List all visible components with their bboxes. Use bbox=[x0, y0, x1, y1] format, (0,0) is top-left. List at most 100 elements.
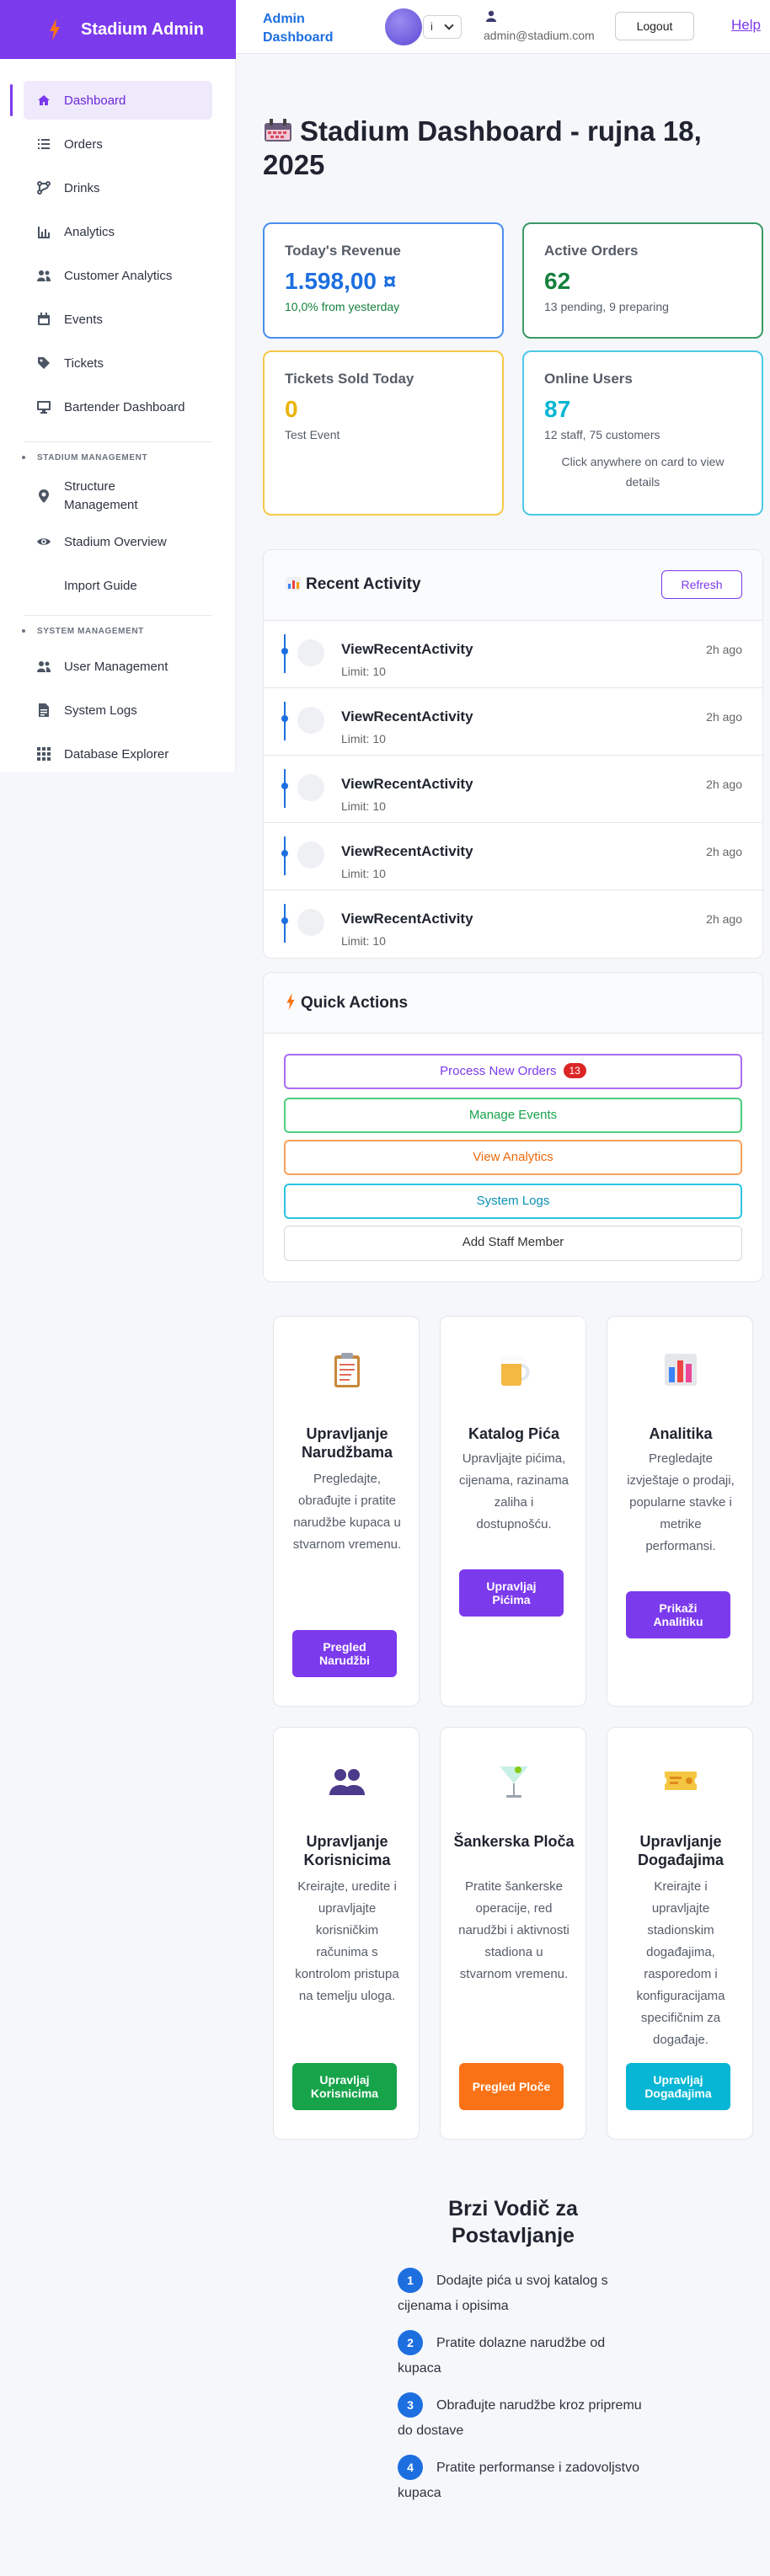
timeline-dot bbox=[281, 783, 288, 789]
revenue-card[interactable]: Today's Revenue 1.598,00 ¤ 10,0% from ye… bbox=[263, 222, 504, 339]
process-orders-button[interactable]: Process New Orders 13 bbox=[284, 1054, 742, 1089]
sidebar-item-events[interactable]: Events bbox=[24, 300, 212, 339]
manage-events-button[interactable]: Upravljaj Događajima bbox=[626, 2063, 730, 2110]
flow-icon bbox=[37, 181, 51, 195]
logout-button[interactable]: Logout bbox=[615, 12, 694, 40]
panel-title-text: Recent Activity bbox=[306, 575, 421, 593]
sidebar-item-drinks[interactable]: Drinks bbox=[24, 168, 212, 207]
sidebar-item-tickets[interactable]: Tickets bbox=[24, 344, 212, 382]
sidebar-item-analytics[interactable]: Analytics bbox=[24, 212, 212, 251]
sidebar-item-bartender-dashboard[interactable]: Bartender Dashboard bbox=[24, 387, 212, 426]
timeline-dot bbox=[281, 917, 288, 924]
feature-card-drinks: Katalog Pića Upravljajte pićima, cijenam… bbox=[440, 1316, 586, 1707]
sidebar-item-user-management[interactable]: User Management bbox=[24, 647, 212, 686]
users-icon bbox=[37, 661, 51, 672]
activity-meta: Limit: 10 bbox=[341, 665, 386, 678]
sidebar-item-import-guide[interactable]: Import Guide bbox=[24, 566, 212, 605]
sidebar-item-system-logs[interactable]: System Logs bbox=[24, 691, 212, 730]
feature-title: Upravljanje Narudžbama bbox=[301, 1425, 393, 1461]
view-analytics-button[interactable]: View Analytics bbox=[284, 1140, 742, 1175]
online-users-card[interactable]: Online Users 87 12 staff, 75 customers C… bbox=[522, 350, 763, 516]
manage-drinks-button[interactable]: Upravljaj Pićima bbox=[459, 1569, 564, 1617]
tickets-sold-card[interactable]: Tickets Sold Today 0 Test Event bbox=[263, 350, 504, 516]
manage-events-button[interactable]: Manage Events bbox=[284, 1098, 742, 1133]
activity-name: ViewRecentActivity bbox=[341, 911, 473, 927]
chart-icon bbox=[665, 1354, 697, 1386]
people-icon bbox=[329, 1769, 365, 1795]
sidebar-item-label: Import Guide bbox=[64, 578, 137, 593]
activity-name: ViewRecentActivity bbox=[341, 776, 473, 792]
brand-header[interactable]: Stadium Admin bbox=[0, 0, 236, 59]
sidebar-divider bbox=[24, 615, 212, 616]
sidebar-item-label: Database Explorer bbox=[64, 746, 169, 762]
pending-count-badge: 13 bbox=[563, 1063, 586, 1078]
system-logs-button[interactable]: System Logs bbox=[284, 1184, 742, 1219]
help-link[interactable]: Help bbox=[731, 17, 761, 34]
sidebar-item-stadium-overview[interactable]: Stadium Overview bbox=[24, 522, 212, 561]
step-number: 2 bbox=[398, 2330, 423, 2355]
add-staff-button[interactable]: Add Staff Member bbox=[284, 1226, 742, 1261]
sidebar-item-label: Analytics bbox=[64, 224, 115, 239]
bar-chart-icon bbox=[38, 227, 50, 238]
timeline-dot bbox=[281, 850, 288, 857]
activity-time: 2h ago bbox=[706, 912, 742, 926]
stat-label: Today's Revenue bbox=[285, 243, 401, 259]
manage-users-button[interactable]: Upravljaj Korisnicima bbox=[292, 2063, 397, 2110]
feature-card-events: Upravljanje Događajima Kreirajte i uprav… bbox=[607, 1727, 753, 2140]
guide-title: Brzi Vodič za Postavljanje bbox=[448, 2197, 578, 2247]
sidebar-item-label: Drinks bbox=[64, 180, 100, 195]
activity-name: ViewRecentActivity bbox=[341, 708, 473, 724]
sidebar-item-orders[interactable]: Orders bbox=[24, 125, 212, 163]
activity-time: 2h ago bbox=[706, 643, 742, 656]
stat-value: 62 bbox=[544, 268, 571, 294]
activity-avatar bbox=[297, 842, 324, 868]
stat-label: Tickets Sold Today bbox=[285, 371, 414, 387]
stadium-icon bbox=[265, 119, 291, 142]
sidebar-item-label: User Management bbox=[64, 659, 168, 674]
language-select[interactable]: i bbox=[423, 15, 462, 39]
activity-avatar bbox=[297, 909, 324, 936]
sidebar-item-label: Events bbox=[64, 312, 103, 327]
timeline-dot bbox=[281, 715, 288, 722]
recent-activity-panel: Recent Activity Refresh ViewRecentActivi… bbox=[263, 549, 763, 959]
activity-row: ViewRecentActivity Limit: 10 2h ago bbox=[264, 621, 762, 688]
sidebar-item-label: Orders bbox=[64, 136, 103, 152]
feature-title: Upravljanje Korisnicima bbox=[303, 1833, 391, 1868]
feature-card-bartender: Šankerska Ploča Pratite šankerske operac… bbox=[440, 1727, 586, 2140]
sidebar-item-structure-management[interactable]: Structure Management bbox=[24, 472, 212, 521]
view-board-button[interactable]: Pregled Ploče bbox=[459, 2063, 564, 2110]
sidebar-item-label: Dashboard bbox=[64, 93, 126, 108]
activity-avatar bbox=[297, 774, 324, 801]
feature-description: Upravljajte pićima, cijenama, razinama z… bbox=[458, 1451, 569, 1531]
monitor-icon bbox=[37, 401, 51, 414]
activity-name: ViewRecentActivity bbox=[341, 641, 473, 657]
view-orders-button[interactable]: Pregled Narudžbi bbox=[292, 1630, 397, 1677]
bar-chart-icon bbox=[286, 577, 301, 591]
active-orders-card[interactable]: Active Orders 62 13 pending, 9 preparing bbox=[522, 222, 763, 339]
feature-description: Kreirajte, uredite i upravljajte korisni… bbox=[295, 1879, 399, 2003]
avatar[interactable] bbox=[385, 8, 422, 45]
activity-meta: Limit: 10 bbox=[341, 732, 386, 746]
sidebar-item-label: Stadium Overview bbox=[64, 534, 167, 549]
feature-card-orders: Upravljanje Narudžbama Pregledajte, obra… bbox=[273, 1316, 420, 1707]
feature-description: Pregledajte, obrađujte i pratite narudžb… bbox=[292, 1472, 402, 1552]
chevron-down-icon bbox=[444, 20, 454, 30]
sidebar-item-database-explorer[interactable]: Database Explorer bbox=[24, 735, 212, 773]
clipboard-icon bbox=[334, 1353, 360, 1387]
page-title-text: Stadium Dashboard - rujna 18, 2025 bbox=[263, 115, 702, 180]
sidebar-item-customer-analytics[interactable]: Customer Analytics bbox=[24, 256, 212, 295]
document-icon bbox=[39, 703, 49, 717]
view-analytics-button[interactable]: Prikaži Analitiku bbox=[626, 1591, 730, 1638]
stat-value: 1.598,00 ¤ bbox=[285, 268, 397, 294]
activity-avatar bbox=[297, 707, 324, 734]
stat-value: 0 bbox=[285, 396, 298, 422]
step-text: Dodajte pića u svoj katalog s cijenama i… bbox=[398, 2274, 608, 2313]
stat-label: Online Users bbox=[544, 371, 633, 387]
button-label: Process New Orders bbox=[440, 1064, 557, 1078]
home-icon bbox=[38, 95, 50, 105]
refresh-button[interactable]: Refresh bbox=[661, 570, 742, 599]
step-text: Pratite dolazne narudžbe od kupaca bbox=[398, 2336, 606, 2376]
header-title[interactable]: Admin Dashboard bbox=[263, 10, 356, 47]
panel-header: Recent Activity Refresh bbox=[264, 550, 762, 621]
sidebar-item-dashboard[interactable]: Dashboard bbox=[10, 81, 212, 120]
